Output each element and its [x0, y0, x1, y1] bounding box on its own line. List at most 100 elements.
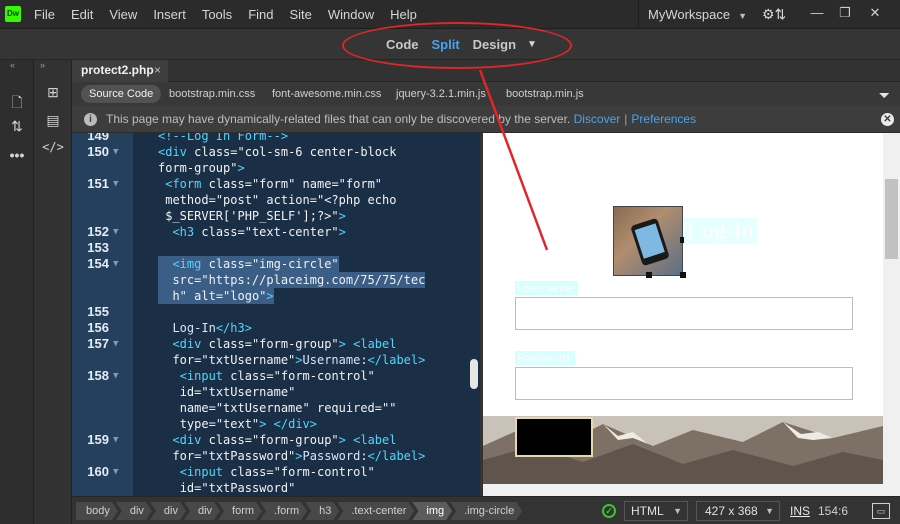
close-info-icon[interactable]: ✕ — [881, 113, 894, 126]
username-input[interactable] — [515, 297, 853, 330]
code-scrollbar-thumb[interactable] — [470, 359, 478, 389]
related-file-bootstrap-css[interactable]: bootstrap.min.css — [161, 85, 263, 103]
document-type-value: HTML — [631, 504, 664, 518]
dom-tree-icon[interactable]: ⊞ — [42, 82, 64, 102]
related-file-font-awesome[interactable]: font-awesome.min.css — [264, 85, 389, 103]
code-line[interactable]: id="txtUsername" — [72, 384, 480, 400]
sync-settings-icon[interactable]: ⚙⇅ — [762, 6, 788, 22]
view-dropdown-icon[interactable]: ▼ — [527, 39, 537, 50]
menu-insert[interactable]: Insert — [145, 0, 194, 29]
checkmark-icon[interactable]: ✓ — [602, 504, 616, 518]
document-icon[interactable]: 🗋 — [6, 92, 28, 112]
design-view-button[interactable]: Design — [473, 37, 516, 52]
code-view-button[interactable]: Code — [386, 37, 419, 52]
menu-help[interactable]: Help — [382, 0, 425, 29]
code-line[interactable]: $_SERVER['PHP_SELF'];?>"> — [72, 208, 480, 224]
resize-handle-bottom[interactable] — [646, 272, 652, 278]
fold-toggle-icon[interactable]: ▼ — [113, 224, 118, 240]
code-line[interactable]: form-group"> — [72, 160, 480, 176]
code-line[interactable]: type="text"> </div> — [72, 416, 480, 432]
close-button[interactable]: ✕ — [864, 4, 886, 22]
code-line[interactable]: src="https://placeimg.com/75/75/tec — [72, 272, 480, 288]
fold-toggle-icon[interactable]: ▼ — [113, 256, 118, 272]
password-input[interactable] — [515, 367, 853, 400]
menu-find[interactable]: Find — [240, 0, 281, 29]
fold-toggle-icon[interactable]: ▼ — [113, 432, 118, 448]
code-line[interactable]: 152 ▼ <h3 class="text-center"> — [72, 224, 480, 240]
workspace-switcher[interactable]: MyWorkspace ▼ — [638, 0, 754, 29]
code-line[interactable]: 149 <!--Log In Form--> — [72, 133, 480, 144]
tag-crumb[interactable]: .img-circle — [450, 502, 522, 520]
tag-crumb[interactable]: div — [116, 502, 152, 520]
line-number: 155 — [87, 304, 109, 319]
fold-toggle-icon[interactable]: ▼ — [113, 464, 118, 480]
fold-toggle-icon[interactable]: ▼ — [113, 144, 118, 160]
insert-mode-toggle[interactable]: INS — [790, 504, 810, 518]
phone-screen — [634, 223, 665, 259]
more-options-icon[interactable]: ••• — [6, 145, 28, 165]
related-files-bar: Source Code bootstrap.min.css font-aweso… — [72, 82, 900, 106]
code-line[interactable]: h" alt="logo"> — [72, 288, 480, 304]
menu-tools[interactable]: Tools — [194, 0, 240, 29]
code-line[interactable]: 150 ▼ <div class="col-sm-6 center-block — [72, 144, 480, 160]
related-file-jquery[interactable]: jquery-3.2.1.min.js — [388, 85, 494, 103]
minimize-button[interactable]: — — [806, 4, 828, 22]
code-line[interactable]: for="txtPassword">Password:</label> — [72, 448, 480, 464]
related-file-bootstrap-js[interactable]: bootstrap.min.js — [498, 85, 592, 103]
tag-crumb[interactable]: h3 — [305, 502, 339, 520]
tag-crumb[interactable]: img — [412, 502, 452, 520]
menu-edit[interactable]: Edit — [63, 0, 101, 29]
fold-toggle-icon[interactable]: ▼ — [113, 336, 118, 352]
filter-icon[interactable]: ⏷ — [879, 87, 890, 104]
code-line[interactable]: 151 ▼ <form class="form" name="form" — [72, 176, 480, 192]
tag-crumb[interactable]: form — [218, 502, 262, 520]
restore-button[interactable]: ❐ — [834, 4, 856, 22]
design-horizontal-scrollbar[interactable] — [483, 484, 900, 496]
close-tab-icon[interactable]: × — [154, 60, 161, 81]
split-view-button[interactable]: Split — [432, 37, 460, 52]
code-line[interactable]: 156 Log-In</h3> — [72, 320, 480, 336]
code-line[interactable]: 158 ▼ <input class="form-control" — [72, 368, 480, 384]
file-transfer-icon[interactable]: ⇅ — [6, 116, 28, 136]
discover-link[interactable]: Discover — [574, 112, 621, 126]
code-line[interactable]: 157 ▼ <div class="form-group"> <label — [72, 336, 480, 352]
resize-handle-corner[interactable] — [680, 272, 686, 278]
menu-view[interactable]: View — [101, 0, 145, 29]
tag-crumb[interactable]: .text-center — [337, 502, 414, 520]
code-line[interactable]: for="txtUsername">Username:</label> — [72, 352, 480, 368]
login-heading[interactable]: Log-In — [684, 218, 757, 244]
expand-panels-icon[interactable]: » — [40, 60, 45, 70]
code-line[interactable]: 154 ▼ <img class="img-circle" — [72, 256, 480, 272]
menu-site[interactable]: Site — [281, 0, 319, 29]
code-line[interactable]: name="txtUsername" required="" — [72, 400, 480, 416]
document-type-select[interactable]: HTML ▼ — [624, 501, 688, 521]
menu-file[interactable]: File — [26, 0, 63, 29]
preferences-link[interactable]: Preferences — [631, 112, 696, 126]
design-scroll-thumb[interactable] — [885, 179, 898, 259]
fold-toggle-icon[interactable]: ▼ — [113, 176, 118, 192]
window-size-select[interactable]: 427 x 368 ▼ — [696, 501, 780, 521]
tag-crumb[interactable]: .form — [260, 502, 307, 520]
assets-icon[interactable]: ▤ — [42, 110, 64, 130]
design-view[interactable]: Log-In Username: Password: — [483, 133, 900, 496]
tag-crumb[interactable]: div — [184, 502, 220, 520]
code-line[interactable]: 159 ▼ <div class="form-group"> <label — [72, 432, 480, 448]
logo-image[interactable] — [613, 206, 683, 276]
tag-crumb[interactable]: body — [76, 502, 118, 520]
live-preview-icon[interactable]: ▭ — [872, 503, 890, 519]
code-line[interactable]: id="txtPassword" — [72, 480, 480, 496]
design-vertical-scrollbar[interactable] — [883, 133, 900, 496]
tag-crumb[interactable]: div — [150, 502, 186, 520]
code-line[interactable]: 155 — [72, 304, 480, 320]
code-line[interactable]: 153 — [72, 240, 480, 256]
menu-window[interactable]: Window — [320, 0, 382, 29]
submit-button-placeholder[interactable] — [515, 417, 593, 457]
code-line[interactable]: method="post" action="<?php echo — [72, 192, 480, 208]
related-file-source-code[interactable]: Source Code — [81, 85, 162, 103]
fold-toggle-icon[interactable]: ▼ — [113, 368, 118, 384]
snippets-icon[interactable]: </> — [42, 137, 64, 157]
collapse-toolbar-icon[interactable]: « — [10, 60, 15, 70]
code-editor[interactable]: 149 <!--Log In Form--> 150 ▼ <div class="col… — [72, 133, 480, 496]
code-line[interactable]: 160 ▼ <input class="form-control" — [72, 464, 480, 480]
tab-protect2-php[interactable]: protect2.php × — [72, 60, 168, 82]
